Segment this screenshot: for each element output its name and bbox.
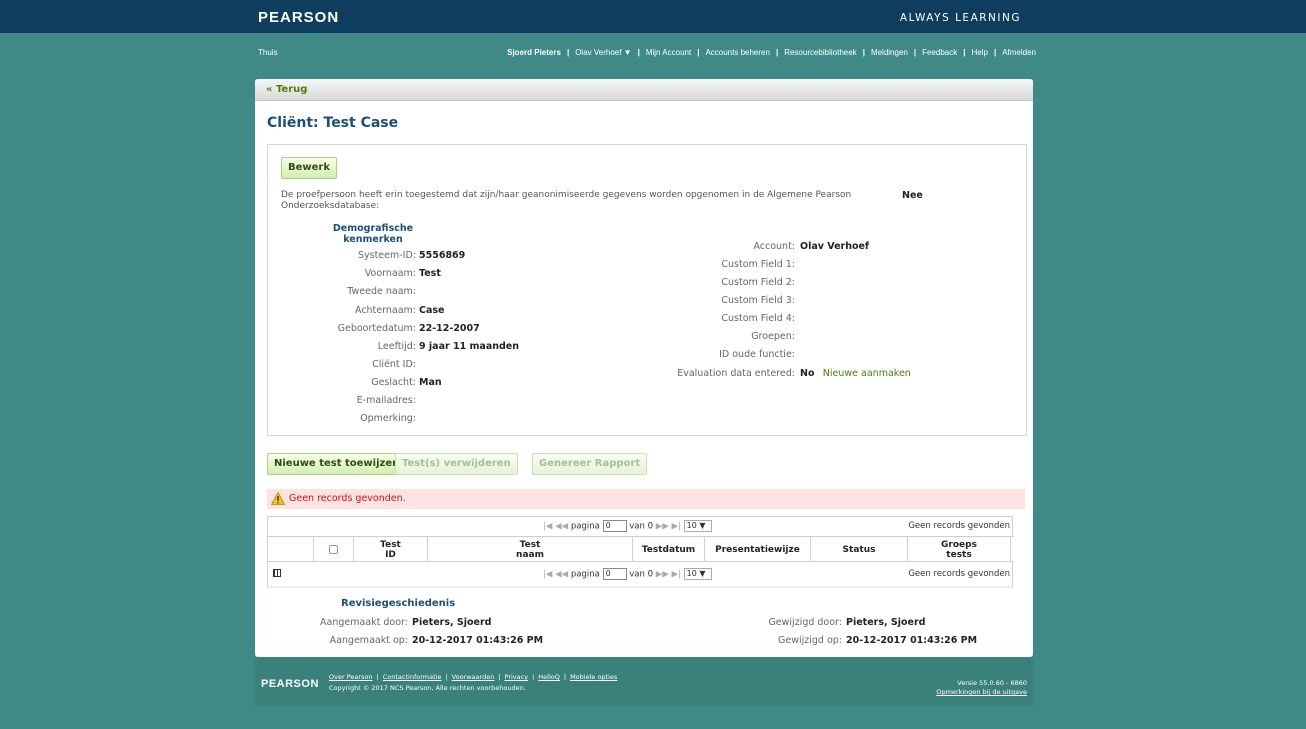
modified-by-value: Pieters, Sjoerd [846,617,926,628]
nav-my-account[interactable]: Mijn Account [646,48,691,57]
tagline: ALWAYS LEARNING [899,12,1021,24]
created-on-value: 20-12-2017 01:43:26 PM [412,635,544,646]
footer-release-notes-link[interactable]: Opmerkingen bij de uitgave [936,688,1027,696]
pager-next-last[interactable]: ▶▶ ▶| [656,570,681,580]
page-title: Cliënt: Test Case [267,115,399,131]
modified-by-label: Gewijzigd door: [768,617,842,628]
pager-no-records: Geen records gevonden [908,521,1010,531]
pager-first-prev[interactable]: |◀ ◀◀ [543,522,568,532]
evaluation-value: No [800,368,815,379]
pager-page-label: pagina [570,521,600,532]
grid-col-test-name[interactable]: Test naam [428,537,633,562]
field-value-evaluation: No Nieuwe aanmaken [800,368,911,379]
nav-links: Sjoerd Pieters | Olav Verhoef ▼ | Mijn Accou… [507,48,1036,57]
create-new-link[interactable]: Nieuwe aanmaken [823,368,911,379]
grid-col-select [314,537,354,562]
no-records-alert: Geen records gevonden. [267,489,1025,509]
grid-col-status[interactable]: Status [811,537,908,562]
footer-link-helloq[interactable]: HelloQ [538,673,560,681]
footer-logo: PEARSON [261,678,319,690]
footer-link-privacy[interactable]: Privacy [505,673,529,681]
modified-on-value: 20-12-2017 01:43:26 PM [846,635,978,646]
grid-col-expand [268,537,314,562]
field-label-evaluation: Evaluation data entered: [677,368,795,379]
revision-heading: Revisiegeschiedenis [341,598,456,609]
nav-home-link[interactable]: Thuis [258,48,278,57]
field-label-custom-1: Custom Field 1: [721,259,795,270]
footer-version: Versie 55.0.60 - 6860 [957,679,1027,687]
grid-header: Test ID Test naam Testdatum Presentatiewij… [268,536,1014,562]
pearson-logo[interactable]: PEARSON [258,9,339,26]
nav-user-name: Sjoerd Pieters [507,48,561,57]
nav-account-menu[interactable]: Olav Verhoef ▼ [575,48,631,57]
footer-link-mobile[interactable]: Mobiele opties [570,673,617,681]
consent-value: Nee [902,190,923,201]
field-label-custom-4: Custom Field 4: [721,313,795,324]
pager-page-input[interactable]: 0 [602,568,627,580]
field-label-custom-3: Custom Field 3: [721,295,795,306]
created-on-label: Aangemaakt op: [329,635,408,646]
pager-no-records: Geen records gevonden [908,569,1010,579]
client-info-box: Bewerk De proefpersoon heeft erin toeges… [267,144,1027,436]
grid-col-test-id[interactable]: Test ID [354,537,428,562]
footer: PEARSON Over Pearson | Contactinformatie | V… [255,659,1033,706]
nav-logout[interactable]: Afmelden [1002,48,1036,57]
footer-copyright: Copyright © 2017 NCS Pearson, Alle recht… [329,684,526,692]
back-link[interactable]: « Terug [266,84,307,95]
field-label-custom-2: Custom Field 2: [721,277,795,288]
pager-page-size-select[interactable]: 10 ▼ [683,568,712,580]
main-nav: Thuis Sjoerd Pieters | Olav Verhoef ▼ | Mijn… [258,48,1036,62]
main-panel: « Terug Cliënt: Test Case Bewerk De proe… [255,79,1033,657]
field-label-old-id: ID oude functie: [719,349,795,360]
grid-col-group-tests[interactable]: Groeps tests [908,537,1011,562]
field-label-groups: Groepen: [751,331,795,342]
nav-notifications[interactable]: Meldingen [871,48,908,57]
pager-of-label: van 0 [629,521,654,532]
pager-page-input[interactable]: 0 [602,520,627,532]
pager-of-label: van 0 [629,569,654,580]
grid-pager-bottom: |◀ ◀◀ pagina 0 van 0 ▶▶ ▶| 10 ▼ Geen rec… [268,565,1014,582]
created-by-label: Aangemaakt door: [320,617,408,628]
alert-text: Geen records gevonden. [289,493,406,504]
nav-help[interactable]: Help [972,48,988,57]
tests-grid: |◀ ◀◀ pagina 0 van 0 ▶▶ ▶| 10 ▼ Geen rec… [267,516,1014,588]
footer-link-about[interactable]: Over Pearson [329,673,373,681]
generate-report-button[interactable]: Genereer Rapport [532,453,648,475]
footer-link-terms[interactable]: Voorwaarden [452,673,495,681]
grid-pager-top: |◀ ◀◀ pagina 0 van 0 ▶▶ ▶| 10 ▼ Geen rec… [268,517,1014,534]
footer-link-contact[interactable]: Contactinformatie [383,673,442,681]
account-fields: Account: Custom Field 1: Custom Field 2:… [268,145,795,435]
modified-on-label: Gewijzigd op: [777,635,842,646]
grid-col-presentation[interactable]: Presentatiewijze [705,537,811,562]
top-header: PEARSON ALWAYS LEARNING [0,0,1306,33]
delete-tests-button[interactable]: Test(s) verwijderen [395,453,518,475]
back-bar: « Terug [255,79,1033,101]
pager-next-last[interactable]: ▶▶ ▶| [656,522,681,532]
nav-feedback[interactable]: Feedback [922,48,957,57]
grid-col-test-date[interactable]: Testdatum [633,537,705,562]
select-all-checkbox[interactable] [329,545,338,554]
warning-icon [271,492,285,505]
created-by-value: Pieters, Sjoerd [412,617,492,628]
nav-resource-library[interactable]: Resourcebibliotheek [784,48,857,57]
assign-test-button[interactable]: Nieuwe test toewijzen [267,453,407,475]
pager-page-label: pagina [570,569,600,580]
field-label-account: Account: [753,241,795,252]
nav-manage-accounts[interactable]: Accounts beheren [705,48,770,57]
pager-page-size-select[interactable]: 10 ▼ [683,520,712,532]
pager-first-prev[interactable]: |◀ ◀◀ [543,570,568,580]
field-value-account: Olav Verhoef [800,241,870,252]
footer-links: Over Pearson | Contactinformatie | Voorwaard… [329,673,618,681]
